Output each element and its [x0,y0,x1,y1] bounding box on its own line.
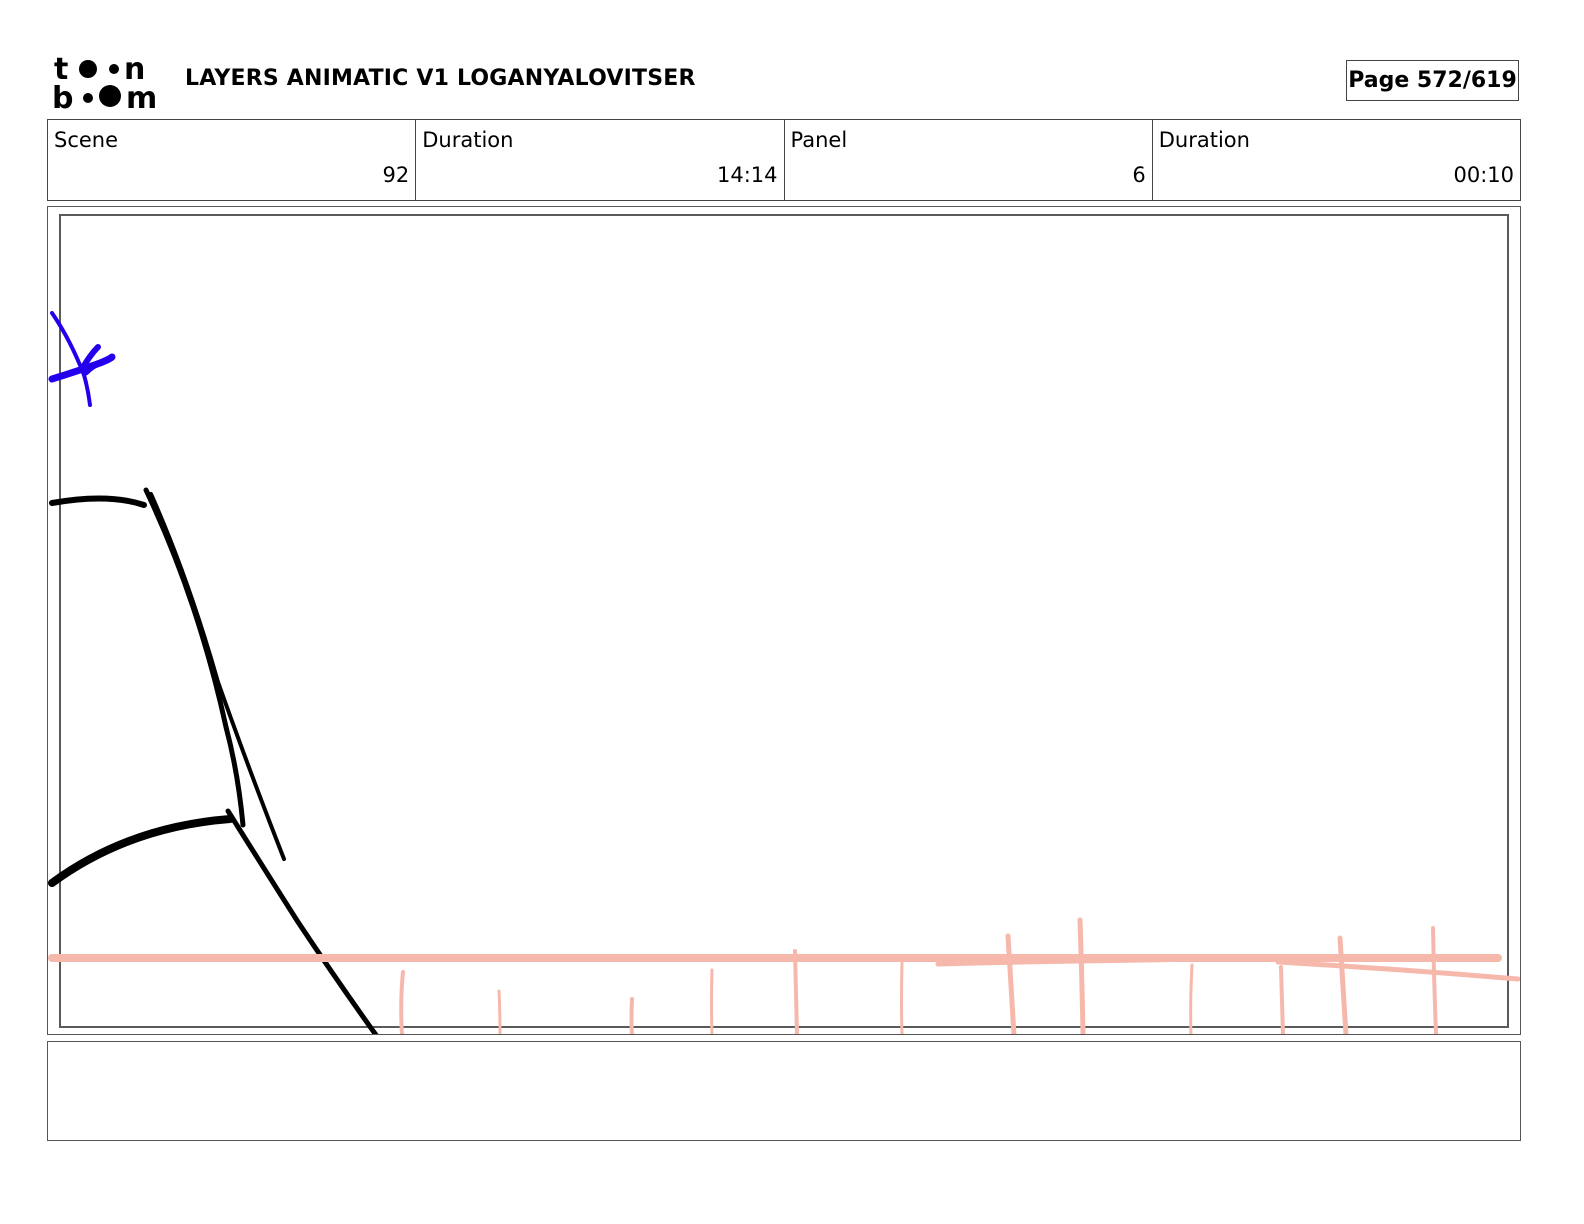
scene-duration-label: Duration [422,128,514,152]
panel-value: 6 [1132,163,1146,187]
storyboard-panel [47,206,1521,1035]
svg-text:b: b [52,81,73,112]
panel-label: Panel [790,128,848,152]
page-number: Page 572/619 [1346,60,1519,101]
panel-duration-cell: Duration 00:10 [1153,120,1520,200]
toon-boom-logo-mark: t n b m [52,52,157,116]
ground-sketch [48,917,1520,1034]
character-sketch [48,311,116,407]
scene-label: Scene [54,128,119,152]
toon-boom-logo: t n b m [52,52,164,116]
notes-box [47,1041,1521,1141]
scene-duration-value: 14:14 [716,163,778,187]
panel-cell: Panel 6 [785,120,1153,200]
panel-duration-value: 00:10 [1453,163,1514,187]
document-title: LAYERS ANIMATIC V1 LOGANYALOVITSER [185,66,696,91]
scene-value: 92 [382,163,410,187]
scene-duration-cell: Duration 14:14 [416,120,785,200]
scene-cell: Scene 92 [48,120,417,200]
scene-info-table: Scene 92 Duration 14:14 Panel 6 Duration… [47,119,1521,201]
svg-text:m: m [126,81,157,112]
panel-sketch [48,311,1520,1034]
panel-duration-label: Duration [1158,128,1250,152]
outline-sketch [48,487,379,1034]
